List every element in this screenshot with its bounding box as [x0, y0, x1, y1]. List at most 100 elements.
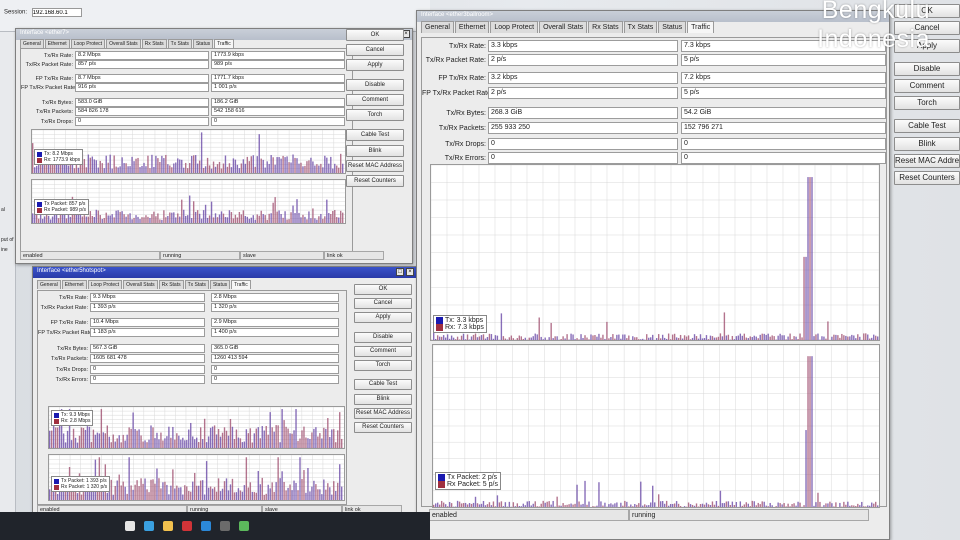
window-title: Interface <ether7> [20, 30, 70, 36]
watermark-line: Bengkulu [821, 0, 930, 24]
blink-button[interactable]: Blink [354, 393, 412, 405]
cable-test-button[interactable]: Cable Test [894, 119, 960, 134]
stat-rx-field: 0 [211, 117, 345, 126]
stat-tx-field: 0 [488, 152, 678, 164]
blink-button[interactable]: Blink [894, 136, 960, 151]
window-title: Interface <ether5hotspot> [37, 268, 106, 274]
stat-rx-field: 5 p/s [681, 54, 886, 66]
stat-label: Tx/Rx Packets: [36, 108, 73, 115]
packet-graph: Tx Packet: 857 p/s Rx Packet: 989 p/s [31, 179, 346, 224]
stat-rx-field: 186.2 GiB [211, 98, 345, 107]
torch-button[interactable]: Torch [894, 96, 960, 111]
ok-button[interactable]: OK [346, 29, 404, 41]
stat-tx-field: 584 826 178 [75, 107, 209, 116]
traffic-graph: Tx: 8.2 Mbps Rx: 1773.9 kbps [31, 129, 346, 174]
tab-general[interactable]: General [421, 21, 454, 33]
tab-overall-stats[interactable]: Overall Stats [539, 21, 588, 33]
comment-button[interactable]: Comment [894, 79, 960, 93]
tab-ethernet[interactable]: Ethernet [454, 21, 490, 33]
blink-button[interactable]: Blink [346, 144, 404, 157]
stat-row-fprate: FP Tx/Rx Rate: 10.4 Mbps 2.9 Mbps [38, 318, 339, 327]
stat-rx-field: 542 158 616 [211, 107, 345, 116]
status-bar: enabled running [429, 509, 869, 521]
stat-tx-field: 0 [488, 138, 678, 150]
stat-tx-field: 0 [75, 117, 209, 126]
tab-overall-stats[interactable]: Overall Stats [106, 39, 141, 48]
folder-icon[interactable] [163, 521, 173, 531]
tab-strip: General Ethernet Loop Protect Overall Stats… [421, 21, 715, 33]
tab-loop-protect[interactable]: Loop Protect [490, 21, 539, 33]
tab-general[interactable]: General [20, 39, 44, 48]
disable-button[interactable]: Disable [346, 79, 404, 92]
interface-window-ether3ballroom[interactable]: Interface <ether3ballroom> General Ethern… [416, 10, 890, 540]
tab-loop-protect[interactable]: Loop Protect [70, 39, 106, 48]
disable-button[interactable]: Disable [894, 61, 960, 76]
tab-status[interactable]: Status [658, 21, 687, 33]
apply-button[interactable]: Apply [354, 312, 412, 324]
reset-counters-button[interactable]: Reset Counters [346, 174, 404, 187]
disable-button[interactable]: Disable [354, 331, 412, 343]
watermark-line: Indonesia [817, 25, 930, 53]
comment-button[interactable]: Comment [354, 345, 412, 357]
torch-button[interactable]: Torch [346, 109, 404, 122]
reset-mac-address-button[interactable]: Reset MAC Address [346, 159, 404, 172]
tab-traffic[interactable]: Traffic [231, 280, 251, 289]
app-icon[interactable] [239, 521, 249, 531]
stat-label: Tx/Rx Packet Rate: [425, 56, 486, 64]
tab-loop-protect[interactable]: Loop Protect [87, 280, 123, 289]
reset-counters-button[interactable]: Reset Counters [354, 421, 412, 433]
tab-tx-stats[interactable]: Tx Stats [623, 21, 658, 33]
stat-rx-field: 1 001 p/s [211, 83, 345, 92]
tab-status[interactable]: Status [209, 280, 231, 289]
tab-tx-stats[interactable]: Tx Stats [184, 280, 209, 289]
traffic-panel: Tx/Rx Rate: 9.3 Mbps 2.8 Mbps Tx/Rx Packet … [37, 290, 347, 505]
location-watermark: Bengkulu Indonesia [817, 0, 930, 54]
stat-row-pkt: Tx/Rx Packet Rate: 2 p/s 5 p/s [422, 54, 886, 66]
tab-rx-stats[interactable]: Rx Stats [588, 21, 623, 33]
close-icon[interactable]: × [406, 268, 414, 276]
stat-label: Tx/Rx Packets: [438, 124, 486, 132]
stat-label: Tx/Rx Rate: [58, 294, 88, 301]
tab-overall-stats[interactable]: Overall Stats [123, 280, 158, 289]
interface-window-ether5hotspot[interactable]: Interface <ether5hotspot> □ × General Eth… [32, 266, 417, 519]
stat-rx-field: 54.2 GiB [681, 107, 886, 119]
tab-ethernet[interactable]: Ethernet [61, 280, 87, 289]
comment-button[interactable]: Comment [346, 94, 404, 107]
cancel-button[interactable]: Cancel [346, 44, 404, 57]
reset-mac-address-button[interactable]: Reset MAC Address [354, 407, 412, 419]
stat-rx-field: 1771.7 kbps [211, 74, 345, 83]
stat-row-bytes: Tx/Rx Bytes: 268.3 GiB 54.2 GiB [422, 107, 886, 119]
tab-traffic[interactable]: Traffic [214, 39, 234, 48]
tab-status[interactable]: Status [192, 39, 214, 48]
app-icon[interactable] [182, 521, 192, 531]
app-icon[interactable] [220, 521, 230, 531]
window-title: Interface <ether3ballroom> [421, 12, 494, 18]
graph-legend: Tx: 9.3 Mbps Rx: 2.8 Mbps [51, 410, 94, 426]
tab-traffic[interactable]: Traffic [687, 21, 715, 33]
torch-button[interactable]: Torch [354, 360, 412, 372]
stat-label: Tx/Rx Rate: [449, 42, 486, 50]
stat-label: Tx/Rx Rate: [43, 52, 73, 59]
edge-icon[interactable] [144, 521, 154, 531]
tab-tx-stats[interactable]: Tx Stats [167, 39, 192, 48]
tab-rx-stats[interactable]: Rx Stats [158, 280, 184, 289]
winbox-icon[interactable] [201, 521, 211, 531]
interface-window-ether7[interactable]: Interface <ether7> □ × GeneralEthernetLo… [15, 28, 413, 264]
start-icon[interactable] [125, 521, 135, 531]
cable-test-button[interactable]: Cable Test [346, 129, 404, 142]
maximize-icon[interactable]: □ [396, 268, 404, 276]
tab-ethernet[interactable]: Ethernet [44, 39, 70, 48]
tab-general[interactable]: General [37, 280, 61, 289]
cancel-button[interactable]: Cancel [354, 298, 412, 310]
apply-button[interactable]: Apply [346, 59, 404, 72]
reset-mac-addre-button[interactable]: Reset MAC Addre [894, 154, 960, 168]
session-input[interactable] [31, 8, 82, 17]
reset-counters-button[interactable]: Reset Counters [894, 171, 960, 186]
cable-test-button[interactable]: Cable Test [354, 379, 412, 391]
window-title-bar[interactable]: Interface <ether5hotspot> □ × [33, 267, 416, 278]
tab-rx-stats[interactable]: Rx Stats [141, 39, 167, 48]
ok-button[interactable]: OK [354, 284, 412, 295]
stat-tx-field: 3.3 kbps [488, 40, 678, 52]
stat-tx-field: 1605 681 478 [90, 354, 205, 363]
session-label: Session: [4, 9, 28, 16]
